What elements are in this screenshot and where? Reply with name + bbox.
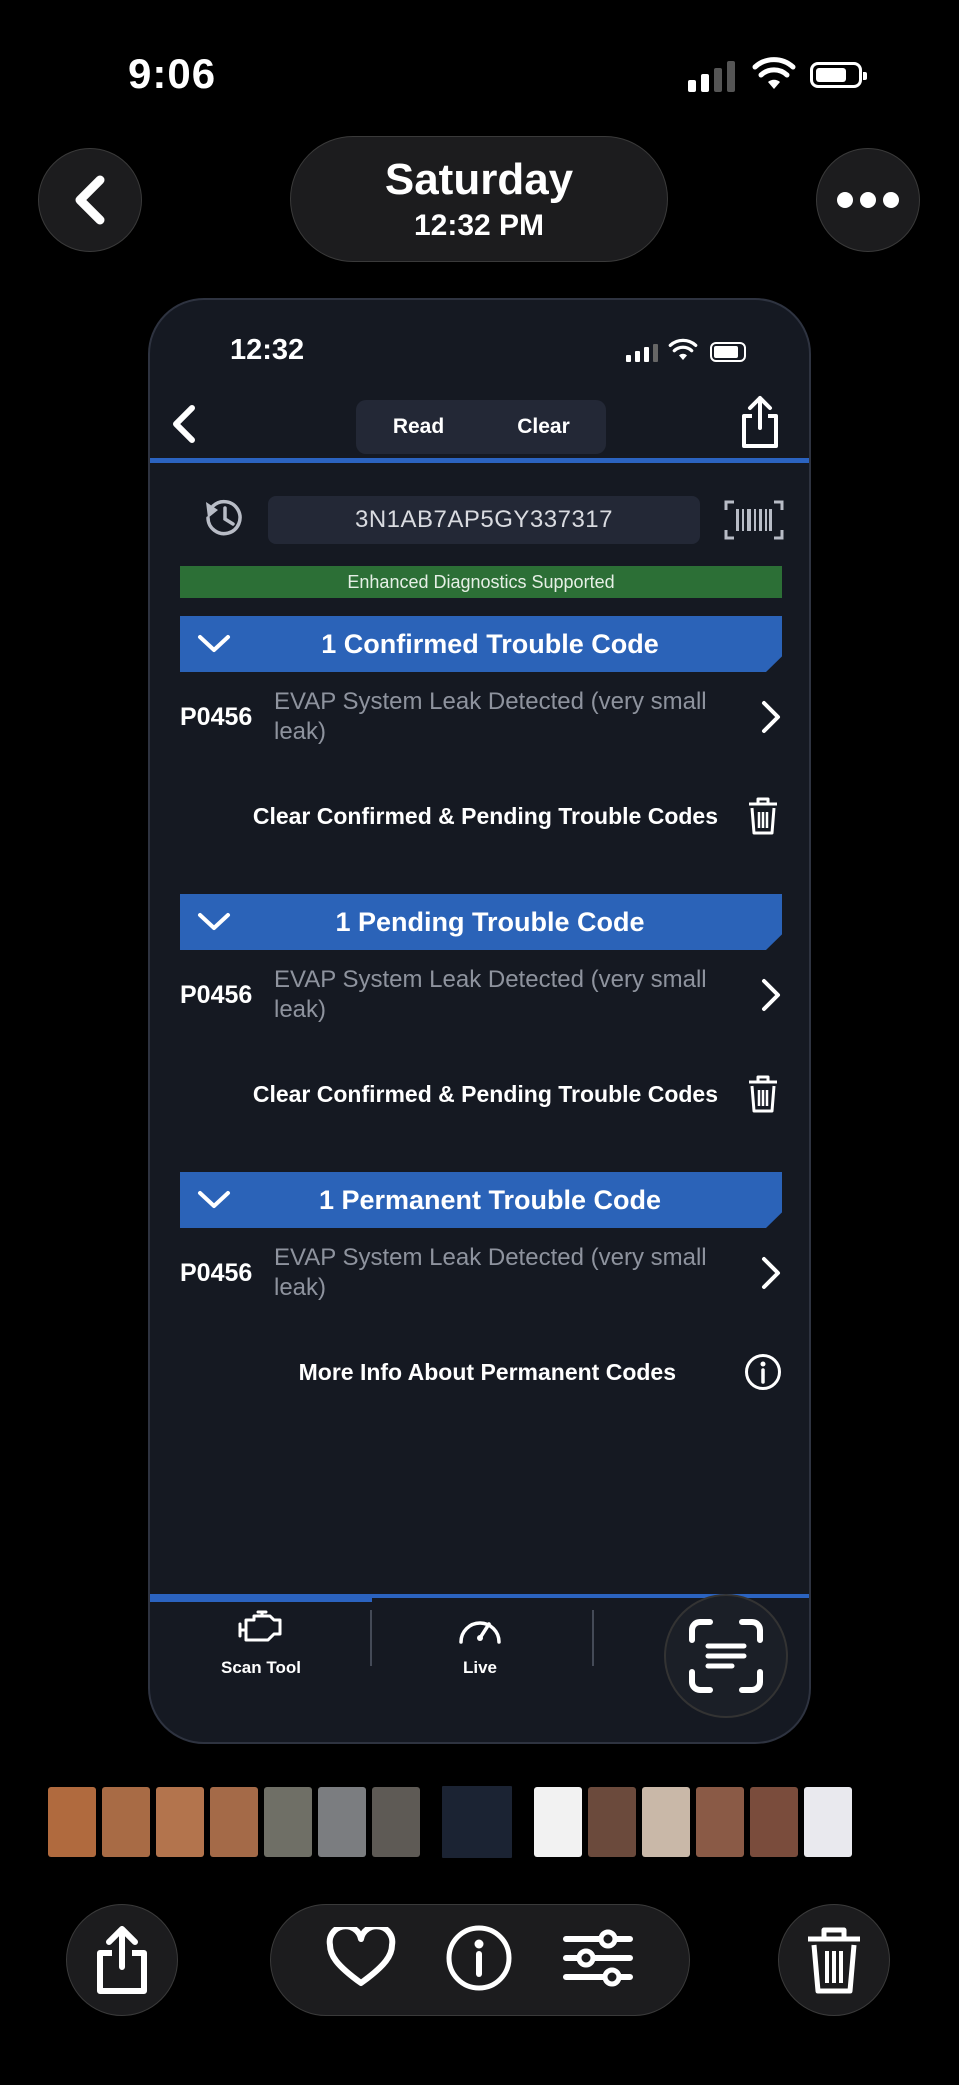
thumbnail[interactable] xyxy=(48,1787,96,1857)
share-icon xyxy=(97,1926,147,1994)
vin-field[interactable]: 3N1AB7AP5GY337317 xyxy=(268,496,700,544)
photo-day: Saturday xyxy=(384,155,574,204)
back-button[interactable] xyxy=(38,148,142,252)
engine-icon xyxy=(238,1610,282,1642)
favorite-button[interactable] xyxy=(326,1922,396,1994)
thumbnail[interactable] xyxy=(264,1787,312,1857)
thumbnail[interactable] xyxy=(372,1787,420,1857)
text-scan-icon xyxy=(689,1619,763,1693)
chevron-right-icon xyxy=(732,978,782,1012)
thumbnail[interactable] xyxy=(804,1787,852,1857)
live-text-scan-button[interactable] xyxy=(664,1594,788,1718)
tab-separator xyxy=(592,1610,594,1666)
read-tab[interactable]: Read xyxy=(356,400,481,454)
thumbnail[interactable] xyxy=(696,1787,744,1857)
inner-battery-icon xyxy=(710,342,746,362)
tab-separator xyxy=(370,1610,372,1666)
trash-icon xyxy=(744,1074,782,1114)
trouble-code-row[interactable]: P0456 EVAP System Leak Detected (very sm… xyxy=(180,678,782,756)
chevron-right-icon xyxy=(732,700,782,734)
more-button[interactable] xyxy=(816,148,920,252)
thumbnail[interactable] xyxy=(750,1787,798,1857)
thumbnail-selected[interactable] xyxy=(440,1784,514,1860)
clear-tab[interactable]: Clear xyxy=(481,400,606,454)
pending-codes-header[interactable]: 1 Pending Trouble Code xyxy=(180,894,782,950)
section-title: 1 Confirmed Trouble Code xyxy=(321,628,659,659)
barcode-scan-button[interactable] xyxy=(724,500,784,545)
section-title: 1 Pending Trouble Code xyxy=(335,906,645,937)
thumbnail[interactable] xyxy=(102,1787,150,1857)
trouble-code-row[interactable]: P0456 EVAP System Leak Detected (very sm… xyxy=(180,956,782,1034)
tab-label: Scan Tool xyxy=(221,1658,301,1677)
trash-icon xyxy=(808,1927,860,1994)
wifi-icon xyxy=(752,56,796,97)
clear-codes-button[interactable]: Clear Confirmed & Pending Trouble Codes xyxy=(180,788,782,844)
trash-icon xyxy=(744,796,782,836)
confirmed-codes-header[interactable]: 1 Confirmed Trouble Code xyxy=(180,616,782,672)
chevron-down-icon xyxy=(180,634,248,654)
thumbnail[interactable] xyxy=(534,1787,582,1857)
trouble-code: P0456 xyxy=(180,702,253,731)
battery-icon xyxy=(810,62,867,88)
gauge-icon xyxy=(459,1621,501,1644)
inner-signal-icon xyxy=(626,344,658,362)
cellular-signal-icon xyxy=(688,60,735,92)
info-icon xyxy=(446,1925,512,1990)
tab-live[interactable]: Live xyxy=(405,1610,555,1678)
trouble-code: P0456 xyxy=(180,1258,253,1287)
permanent-codes-header[interactable]: 1 Permanent Trouble Code xyxy=(180,1172,782,1228)
delete-photo-button[interactable] xyxy=(778,1904,890,2016)
screenshot-image[interactable]: 12:32 Read Clear 3N1AB7AP5GY337317 Enhan… xyxy=(148,298,811,1744)
inner-wifi-icon xyxy=(668,338,698,367)
thumbnail[interactable] xyxy=(588,1787,636,1857)
chevron-left-icon xyxy=(173,405,195,443)
barcode-icon xyxy=(724,500,784,540)
tab-scan-tool[interactable]: Scan Tool xyxy=(186,1610,336,1678)
photo-thumbnail-strip[interactable] xyxy=(48,1784,908,1860)
photo-actions-pill xyxy=(270,1904,690,2016)
heart-icon xyxy=(326,1922,395,1986)
trouble-code-row[interactable]: P0456 EVAP System Leak Detected (very sm… xyxy=(180,1234,782,1312)
history-button[interactable] xyxy=(200,494,248,547)
trouble-code-description: EVAP System Leak Detected (very small le… xyxy=(274,1244,707,1301)
trouble-code: P0456 xyxy=(180,980,253,1009)
chevron-right-icon xyxy=(732,1256,782,1290)
status-time: 9:06 xyxy=(128,50,217,97)
history-icon xyxy=(206,499,242,536)
chevron-down-icon xyxy=(180,1190,248,1210)
permanent-codes-info-button[interactable]: More Info About Permanent Codes xyxy=(180,1344,782,1400)
section-title: 1 Permanent Trouble Code xyxy=(318,1184,662,1215)
share-photo-button[interactable] xyxy=(66,1904,178,2016)
enhanced-diagnostics-banner: Enhanced Diagnostics Supported xyxy=(180,566,782,598)
thumbnail[interactable] xyxy=(642,1787,690,1857)
info-button[interactable] xyxy=(445,1924,513,1997)
inner-status-time: 12:32 xyxy=(230,334,305,366)
header-divider xyxy=(150,458,809,463)
action-label: Clear Confirmed & Pending Trouble Codes xyxy=(252,802,718,829)
trouble-code-description: EVAP System Leak Detected (very small le… xyxy=(274,966,707,1023)
app-back-button[interactable] xyxy=(164,400,204,448)
chevron-left-icon xyxy=(75,175,105,225)
trouble-code-description: EVAP System Leak Detected (very small le… xyxy=(274,688,707,745)
thumbnail[interactable] xyxy=(210,1787,258,1857)
edit-adjust-button[interactable] xyxy=(562,1927,634,1994)
action-label: More Info About Permanent Codes xyxy=(298,1358,676,1385)
info-icon xyxy=(744,1353,782,1391)
tab-label: Live xyxy=(462,1658,498,1677)
share-button[interactable] xyxy=(738,394,782,455)
ellipsis-icon xyxy=(837,192,899,208)
thumbnail[interactable] xyxy=(318,1787,366,1857)
active-tab-indicator xyxy=(150,1594,372,1602)
photo-date-pill: Saturday 12:32 PM xyxy=(290,136,668,262)
photo-time: 12:32 PM xyxy=(413,209,545,242)
clear-codes-button[interactable]: Clear Confirmed & Pending Trouble Codes xyxy=(180,1066,782,1122)
action-label: Clear Confirmed & Pending Trouble Codes xyxy=(252,1080,718,1107)
share-icon xyxy=(742,396,778,448)
sliders-icon xyxy=(563,1929,634,1986)
thumbnail[interactable] xyxy=(156,1787,204,1857)
chevron-down-icon xyxy=(180,912,248,932)
read-clear-segmented-control[interactable]: Read Clear xyxy=(356,400,606,454)
